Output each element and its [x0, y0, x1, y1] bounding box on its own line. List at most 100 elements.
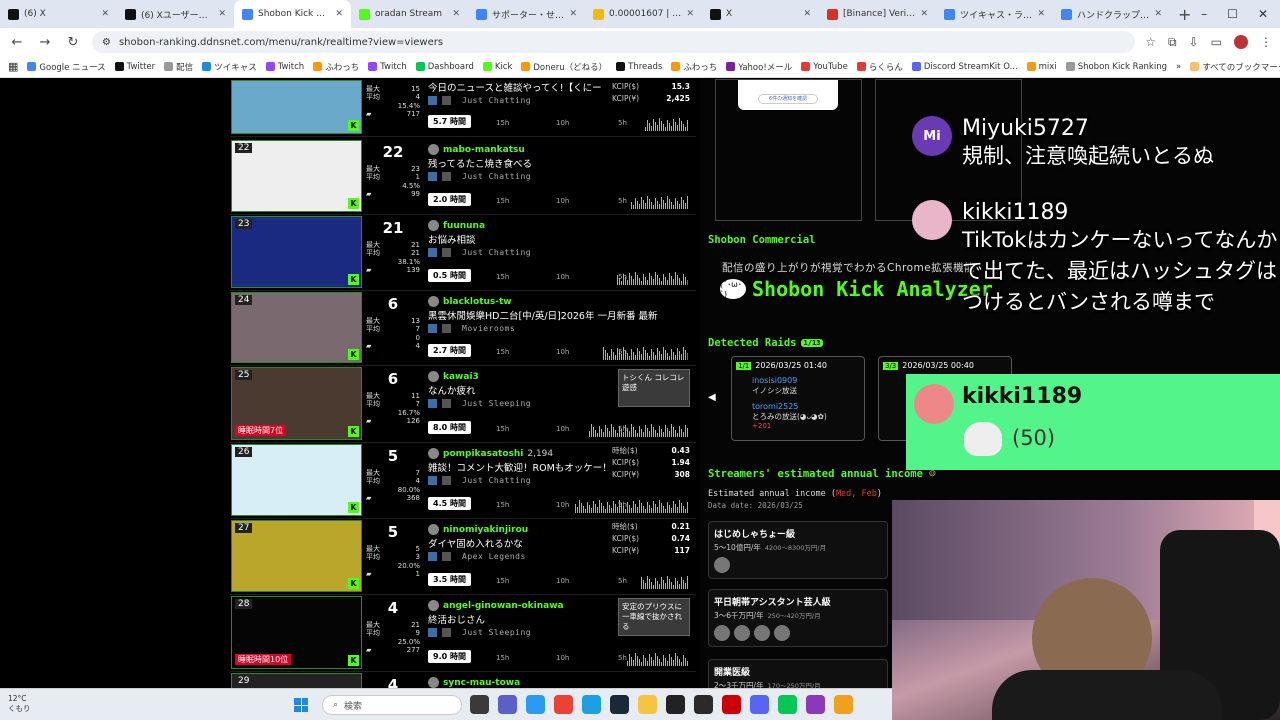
ranking-row[interactable]: 23 K 21 最大 21 平均 21 38.1% ▰ 139 fuununa お悩み相談 Just C… [230, 215, 696, 291]
close-tab-icon[interactable]: ✕ [1037, 9, 1045, 19]
close-tab-icon[interactable]: ✕ [218, 9, 226, 19]
line-icon[interactable] [778, 695, 797, 714]
browser-tab[interactable]: oradan Stream ✕ [351, 0, 468, 28]
streamer-name[interactable]: blacklotus-tw [428, 295, 692, 308]
stream-thumbnail[interactable]: 25 K 睡眠時間7位 [231, 367, 362, 440]
bookmark-item[interactable]: ふわっち [313, 61, 359, 73]
streamer-avatar[interactable] [734, 625, 750, 641]
streamer-name[interactable]: sync-mau-towa [428, 676, 692, 688]
stream-thumbnail[interactable]: K [231, 80, 362, 134]
app-icon[interactable] [694, 695, 713, 714]
extensions-icon[interactable]: ⧉ [1168, 35, 1177, 50]
ranking-row[interactable]: 24 K 6 最大 13 平均 7 0 ▰ 4 blacklotus-tw 黑雲休閒娛樂HD二台[中/… [230, 291, 696, 366]
steam-icon[interactable] [610, 695, 629, 714]
income-tier-card[interactable]: はじめしゃちょー級 5〜10億円/年 4200〜8300万円/月 [708, 521, 888, 579]
income-tier-card[interactable]: 開業医級 2〜3千万円/年 170〜250万円/月 [708, 659, 888, 688]
bookmark-item[interactable]: YouTube [801, 61, 848, 73]
url-input[interactable]: ⚙ shobon-ranking.ddnsnet.com/menu/rank/r… [92, 31, 1136, 53]
streamer-avatar[interactable] [774, 625, 790, 641]
raids-prev-icon[interactable]: ◀ [708, 392, 716, 403]
browser-tab[interactable]: X ✕ [702, 0, 819, 28]
stream-thumbnail[interactable]: 23 K [231, 216, 362, 288]
ranking-row[interactable]: 29K4▰ sync-mau-towa [230, 672, 696, 688]
browser-tab[interactable]: (6) X ✕ [0, 0, 117, 28]
streamer-avatar[interactable] [754, 625, 770, 641]
browser-tab[interactable]: Shobon Kick Ranki ✕ [234, 0, 351, 28]
browser-tab[interactable]: ツイキャス・ライブ ✕ [936, 0, 1053, 28]
streamer-avatar[interactable] [714, 557, 730, 573]
weather-widget[interactable]: 12°C くもり [8, 694, 31, 714]
stream-thumbnail[interactable]: 27 K [231, 520, 362, 592]
close-tab-icon[interactable]: ✕ [686, 9, 694, 19]
forward-icon[interactable]: → [36, 35, 54, 50]
file-explorer-icon[interactable] [470, 695, 489, 714]
browser-tab[interactable]: 0.00001607 | AXS ✕ [585, 0, 702, 28]
bookmark-item[interactable]: Google ニュース [27, 61, 106, 73]
side-panel-icon[interactable]: ▭ [1211, 35, 1222, 49]
raid-card[interactable]: 1/1 2026/03/25 01:40 inosisi0909 イノシシ放送 toro… [731, 356, 865, 441]
site-info-icon[interactable]: ⚙ [102, 37, 111, 48]
taskbar-search-input[interactable]: ⌕ 検索 [322, 695, 462, 715]
edge-icon[interactable] [582, 695, 601, 714]
reload-icon[interactable]: ↻ [64, 35, 82, 50]
bookmark-item[interactable]: Shobon Kick Ranking [1065, 61, 1167, 73]
stream-thumbnail[interactable]: 28 K 睡眠時間10位 [231, 596, 362, 669]
browser-tab[interactable]: ハンドクラップ - Go ✕ [1053, 0, 1170, 28]
bookmark-item[interactable]: 配信 [164, 61, 193, 73]
close-tab-icon[interactable]: ✕ [1154, 9, 1162, 19]
new-tab-button[interactable]: + [1170, 5, 1199, 24]
bookmark-item[interactable]: Twitch [265, 61, 304, 73]
bookmark-item[interactable]: Threads [616, 61, 662, 73]
bookmark-item[interactable]: Yahoo!メール [726, 61, 792, 73]
bookmark-item[interactable]: Dashboard [415, 61, 474, 73]
close-tab-icon[interactable]: ✕ [452, 9, 460, 19]
stream-thumbnail[interactable]: 26 K [231, 444, 362, 516]
maximize-icon[interactable]: ☐ [1227, 7, 1238, 21]
stream-thumbnail[interactable]: 29K [231, 673, 362, 688]
stream-thumbnail[interactable]: 22 K [231, 140, 362, 212]
streamer-name[interactable]: mabo-mankatsu [428, 143, 692, 156]
teams-icon[interactable] [498, 695, 517, 714]
chrome-icon[interactable] [554, 695, 573, 714]
folder-icon[interactable] [638, 695, 657, 714]
ranking-row[interactable]: K64最大15平均415.4%▰717今日のニュースと雑談やってく!【くにーJu… [230, 79, 696, 137]
streamer-avatar[interactable] [714, 625, 730, 641]
bookmark-item[interactable]: mixi [1026, 61, 1057, 73]
bookmark-item[interactable]: ふわっち [671, 61, 717, 73]
bookmark-item[interactable]: らくらん [856, 61, 903, 73]
app-icon-3[interactable] [834, 695, 853, 714]
app-icon-2[interactable] [806, 695, 825, 714]
bookmark-item[interactable]: ツイキャス [202, 61, 257, 73]
close-tab-icon[interactable]: ✕ [335, 9, 343, 19]
ranking-row[interactable]: 28 K 睡眠時間10位 4 最大 21 平均 9 25.0% ▰ 277 angel-ginowan… [230, 595, 696, 672]
close-tab-icon[interactable]: ✕ [803, 9, 811, 19]
bookmark-star-icon[interactable]: ☆ [1145, 35, 1156, 49]
downloads-icon[interactable]: ⇩ [1189, 35, 1199, 49]
bookmark-item[interactable]: Doneru（どねる） [521, 61, 607, 73]
close-tab-icon[interactable]: ✕ [569, 9, 577, 19]
bookmark-item[interactable]: Twitter [114, 61, 155, 73]
menu-icon[interactable]: ⋮ [1260, 35, 1272, 49]
close-tab-icon[interactable]: ✕ [101, 9, 109, 19]
ranking-row[interactable]: 26 K 5 最大 7 平均 4 80.0% ▰ 368 pompikasatoshi 2,194 雑談… [230, 443, 696, 519]
record-icon[interactable] [722, 695, 741, 714]
close-tab-icon[interactable]: ✕ [920, 9, 928, 19]
bookmark-item[interactable]: Discord StreamKit O... [911, 61, 1018, 73]
bookmark-item[interactable]: Twitch [368, 61, 407, 73]
browser-tab[interactable]: サポーター・せんち ✕ [468, 0, 585, 28]
ranking-row[interactable]: 22 K 22 最大 23 平均 1 4.5% ▰ 99 mabo-mankatsu 残ってるたこ焼き… [230, 139, 696, 215]
bookmarks-overflow-icon[interactable]: » [1176, 62, 1181, 72]
ranking-row[interactable]: 25 K 睡眠時間7位 6 最大 11 平均 7 16.7% ▰ 126 kawai3 なんか疲れ Jus… [230, 366, 696, 443]
apps-icon[interactable]: ▦ [8, 60, 18, 73]
obs-icon[interactable] [666, 695, 685, 714]
all-bookmarks-folder[interactable]: すべてのブックマーク [1190, 61, 1280, 73]
start-menu-icon[interactable] [294, 698, 308, 712]
discord-icon[interactable] [750, 695, 769, 714]
profile-avatar[interactable] [1234, 35, 1248, 49]
browser-tab[interactable]: (6) Xユーザーのにじ ✕ [117, 0, 234, 28]
ranking-row[interactable]: 27 K 5 最大 5 平均 3 20.0% ▰ 1 ninomiyakinjirou ダイヤ固め入れ… [230, 519, 696, 595]
income-tier-card[interactable]: 平日朝帯アシスタント芸人級 3〜6千万円/年 250〜420万円/月 [708, 589, 888, 647]
browser-tab[interactable]: [Binance] Verificat ✕ [819, 0, 936, 28]
bookmark-item[interactable]: Kick [482, 61, 512, 73]
copilot-icon[interactable] [526, 695, 545, 714]
